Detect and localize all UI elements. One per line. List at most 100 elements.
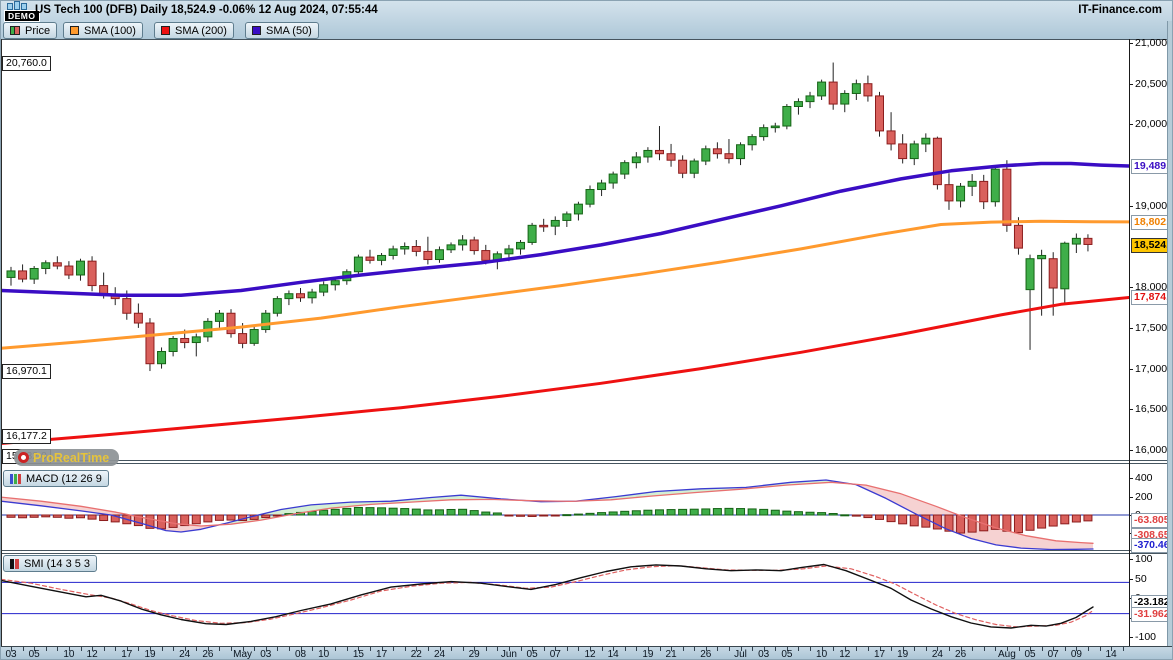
- time-tick: [1042, 647, 1043, 651]
- macd-histogram-bar: [852, 515, 860, 516]
- legend-sma50-button[interactable]: SMA (50): [245, 22, 319, 39]
- time-tick: [995, 647, 996, 651]
- candle-body: [980, 181, 988, 201]
- candle-body: [505, 249, 513, 254]
- time-tick: [1100, 647, 1101, 651]
- macd-histogram-bar: [401, 509, 409, 515]
- candle-body: [424, 251, 432, 259]
- macd-chart-canvas[interactable]: [1, 464, 1129, 550]
- axis-tick-label: 21,000: [1135, 37, 1167, 49]
- candle-body: [134, 313, 142, 323]
- axis-tick: [1129, 497, 1133, 498]
- axis-tick-label: 20,000: [1135, 118, 1167, 130]
- price-chart-canvas[interactable]: [1, 39, 1129, 460]
- smi-legend-button[interactable]: SMI (14 3 5 3: [3, 555, 97, 572]
- time-tick: [521, 647, 522, 651]
- candle-body: [598, 183, 606, 190]
- macd-histogram-bar: [644, 510, 652, 515]
- macd-histogram-bar: [1014, 515, 1022, 533]
- time-tick: [254, 647, 255, 651]
- candle-body: [574, 204, 582, 214]
- time-tick: [625, 647, 626, 651]
- candle-body: [250, 330, 258, 344]
- time-tick-label: 29: [469, 649, 480, 660]
- sma50-swatch-icon: [252, 26, 261, 35]
- time-tick-label: 14: [1106, 649, 1117, 660]
- axis-tick: [1129, 409, 1133, 410]
- macd-icon: [10, 474, 21, 484]
- candle-body: [737, 145, 745, 159]
- macd-histogram-bar: [887, 515, 895, 522]
- macd-histogram-bar: [725, 508, 733, 515]
- time-tick-label: 12: [87, 649, 98, 660]
- time-tick-label: 21: [666, 649, 677, 660]
- candle-body: [227, 313, 235, 333]
- mini-candle: [21, 3, 27, 10]
- time-tick-label: 17: [376, 649, 387, 660]
- candle-body: [841, 93, 849, 104]
- candle-body: [53, 263, 61, 266]
- axis-tick-label: 16,500: [1135, 403, 1167, 415]
- time-tick: [972, 647, 973, 651]
- time-tick-label: 03: [5, 649, 16, 660]
- macd-histogram-bar: [505, 515, 513, 516]
- sma50-line: [1, 164, 1129, 296]
- axis-tick-label: 400: [1135, 472, 1153, 484]
- candle-body: [1072, 238, 1080, 244]
- candle-body: [76, 261, 84, 275]
- left-axis-line: [1, 39, 2, 646]
- macd-legend-button[interactable]: MACD (12 26 9: [3, 470, 109, 487]
- candle-body: [1003, 169, 1011, 225]
- smi-chart-canvas[interactable]: [1, 554, 1129, 645]
- candle-body: [864, 84, 872, 96]
- candle-body: [7, 271, 15, 278]
- legend-sma50-label: SMA (50): [266, 25, 312, 37]
- prorealtime-watermark[interactable]: ProRealTime: [14, 449, 119, 466]
- axis-tick-label: 100: [1135, 553, 1153, 565]
- candle-body: [1084, 238, 1092, 244]
- candle-body: [713, 149, 721, 154]
- axis-tick: [1129, 124, 1133, 125]
- legend-sma100-button[interactable]: SMA (100): [63, 22, 143, 39]
- time-tick-label: 26: [955, 649, 966, 660]
- axis-tick-label: 19,000: [1135, 200, 1167, 212]
- time-tick-label: 24: [434, 649, 445, 660]
- panel-separator[interactable]: [1, 460, 1167, 464]
- macd-histogram-bar: [227, 515, 235, 520]
- legend-price-label: Price: [25, 25, 50, 37]
- macd-histogram-bar: [748, 509, 756, 515]
- macd-histogram-bar: [412, 509, 420, 515]
- time-axis[interactable]: 0305101217192426May0308101517222429Jun05…: [1, 646, 1173, 660]
- time-tick: [1088, 647, 1089, 651]
- panel-separator[interactable]: [1, 550, 1167, 554]
- candle-body: [1049, 259, 1057, 288]
- macd-histogram-bar: [1049, 515, 1057, 526]
- time-tick: [497, 647, 498, 651]
- time-tick: [798, 647, 799, 651]
- candle-body: [169, 338, 177, 351]
- macd-histogram-bar: [655, 510, 663, 515]
- macd-legend-label: MACD (12 26 9: [26, 473, 102, 485]
- legend-sma200-button[interactable]: SMA (200): [154, 22, 234, 39]
- time-tick: [162, 647, 163, 651]
- macd-histogram-bar: [262, 515, 270, 518]
- time-tick: [277, 647, 278, 651]
- time-tick: [463, 647, 464, 651]
- instrument-title: US Tech 100 (DFB) Daily 18,524.9 -0.06% …: [35, 4, 378, 16]
- axis-tick: [1129, 84, 1133, 85]
- time-tick: [1123, 647, 1124, 651]
- candle-body: [702, 149, 710, 161]
- candle-body: [1061, 243, 1069, 289]
- prorealtime-logo-icon: [18, 452, 29, 463]
- legend-sma200-label: SMA (200): [175, 25, 227, 37]
- brand-link[interactable]: IT-Finance.com: [1078, 4, 1162, 16]
- axis-tick: [1129, 287, 1133, 288]
- macd-histogram-bar: [30, 515, 38, 517]
- candle-body: [899, 144, 907, 159]
- time-tick: [984, 647, 985, 651]
- time-tick-label: 10: [63, 649, 74, 660]
- time-tick: [138, 647, 139, 651]
- legend-price-button[interactable]: Price: [3, 22, 57, 39]
- macd-histogram-bar: [343, 508, 351, 515]
- candle-body: [435, 250, 443, 260]
